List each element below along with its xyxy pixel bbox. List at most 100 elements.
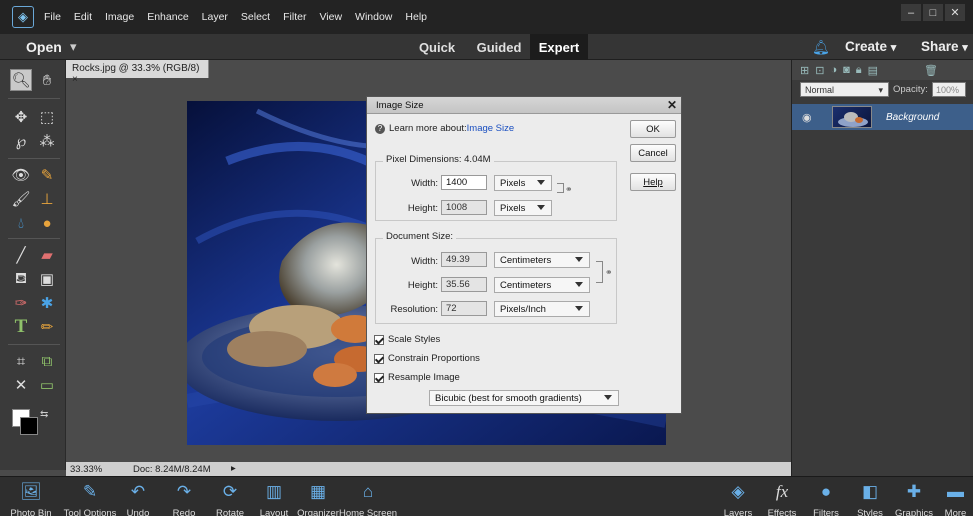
custom-shape-tool-icon[interactable]: ✱ — [36, 292, 58, 314]
layers-button[interactable]: ◈ Layers — [720, 477, 756, 516]
tool-options-icon: ✎ — [82, 482, 98, 501]
pixel-width-input[interactable]: 1400 — [441, 175, 487, 190]
learn-more-link[interactable]: Image Size — [467, 123, 515, 134]
menu-image[interactable]: Image — [105, 11, 134, 23]
tab-expert[interactable]: Expert — [530, 34, 588, 60]
lock-icon[interactable]: 🔒︎ — [856, 64, 862, 77]
undo-button[interactable]: ↶ Undo — [118, 477, 158, 516]
foreground-color-swatch[interactable] — [20, 417, 38, 435]
trash-icon[interactable]: 🗑︎ — [924, 64, 938, 77]
menu-edit[interactable]: Edit — [74, 11, 92, 23]
pencil-tool-icon[interactable]: ✏︎ — [36, 316, 58, 338]
resample-method-select[interactable]: Bicubic (best for smooth gradients) — [429, 390, 619, 406]
zoom-tool-icon[interactable]: 🔍︎ — [10, 69, 32, 91]
straighten-tool-icon[interactable]: ▭ — [36, 374, 58, 396]
blend-mode-select[interactable]: Normal ▾ — [800, 82, 889, 97]
menu-layer[interactable]: Layer — [202, 11, 228, 23]
zoom-level[interactable]: 33.33% — [70, 464, 102, 475]
open-button[interactable]: Open — [26, 39, 62, 55]
menu-window[interactable]: Window — [355, 11, 392, 23]
paint-bucket-tool-icon[interactable]: ⛾ — [10, 268, 32, 290]
eyedropper-tool-icon[interactable]: ✑ — [10, 292, 32, 314]
menu-enhance[interactable]: Enhance — [147, 11, 188, 23]
photo-bin-button[interactable]: 🖼︎ Photo Bin — [0, 477, 62, 516]
scale-styles-checkbox[interactable]: Scale Styles — [374, 334, 440, 345]
chevron-down-icon — [575, 257, 583, 262]
eye-icon[interactable]: ◉ — [802, 111, 814, 124]
opacity-input[interactable]: 100% — [932, 82, 966, 97]
doc-height-input[interactable]: 35.56 — [441, 277, 487, 292]
doc-width-input[interactable]: 49.39 — [441, 252, 487, 267]
blur-tool-icon[interactable]: 💧︎ — [10, 212, 32, 234]
type-tool-icon[interactable]: T — [10, 316, 32, 338]
resolution-input[interactable]: 72 — [441, 301, 487, 316]
red-eye-tool-icon[interactable]: 👁︎ — [10, 164, 32, 186]
open-dropdown-icon[interactable]: ▾ — [70, 39, 77, 55]
marquee-tool-icon[interactable]: ⬚ — [36, 106, 58, 128]
hand-tool-icon[interactable]: ✋︎ — [36, 69, 58, 91]
layer-mask-icon[interactable]: ◙ — [843, 64, 850, 76]
more-button[interactable]: ▬ More — [938, 477, 973, 516]
crop-tool-icon[interactable]: ⌗ — [10, 350, 32, 372]
menu-select[interactable]: Select — [241, 11, 270, 23]
new-group-icon[interactable]: ⊡ — [815, 64, 824, 77]
eraser-tool-icon[interactable]: ▰ — [36, 244, 58, 266]
pixel-height-input[interactable]: 1008 — [441, 200, 487, 215]
pixel-width-unit-select[interactable]: Pixels — [494, 175, 552, 191]
tab-quick[interactable]: Quick — [412, 34, 462, 60]
layers-icon: ◈ — [731, 482, 745, 501]
pixel-width-unit: Pixels — [500, 178, 526, 189]
close-window-button[interactable]: ✕ — [945, 4, 965, 21]
filters-button[interactable]: ● Filters — [806, 477, 846, 516]
gradient-tool-icon[interactable]: ▣ — [36, 268, 58, 290]
status-arrow-icon[interactable]: ▸ — [231, 463, 236, 474]
spot-healing-tool-icon[interactable]: ✎ — [36, 164, 58, 186]
effects-button[interactable]: fx Effects — [762, 477, 802, 516]
adjustment-layer-icon[interactable]: ◑ — [830, 64, 837, 76]
styles-button[interactable]: ◧ Styles — [850, 477, 890, 516]
clone-stamp-tool-icon[interactable]: ⊥ — [36, 188, 58, 210]
smart-brush-tool-icon[interactable]: 🖌︎ — [10, 188, 32, 210]
menu-filter[interactable]: Filter — [283, 11, 306, 23]
bell-icon[interactable]: 🔔︎ — [812, 39, 830, 56]
swap-colors-icon[interactable]: ⇆ — [40, 409, 48, 420]
dialog-close-button[interactable]: ✕ — [667, 98, 677, 112]
doc-height-unit-select[interactable]: Centimeters — [494, 277, 590, 293]
share-button[interactable]: Share ▾ — [921, 39, 968, 54]
minimize-button[interactable]: – — [901, 4, 921, 21]
organizer-button[interactable]: ▦ Organizer — [296, 477, 340, 516]
brush-tool-icon[interactable]: ╱ — [10, 244, 32, 266]
move-tool-icon[interactable]: ✥ — [10, 106, 32, 128]
content-aware-move-tool-icon[interactable]: ✕ — [10, 374, 32, 396]
quick-selection-tool-icon[interactable]: ⁂ — [36, 130, 58, 152]
create-button[interactable]: Create ▾ — [845, 39, 896, 54]
sponge-tool-icon[interactable]: ● — [36, 212, 58, 234]
lock-all-icon[interactable]: ▤ — [868, 64, 878, 77]
layer-row-background[interactable]: ◉ Background — [792, 104, 973, 130]
new-layer-icon[interactable]: ⊞ — [800, 64, 809, 77]
tab-guided[interactable]: Guided — [472, 34, 526, 60]
layer-thumbnail-image — [838, 112, 868, 127]
recompose-tool-icon[interactable]: ⧉ — [36, 350, 58, 372]
home-screen-button[interactable]: ⌂ Home Screen — [339, 477, 397, 516]
menu-view[interactable]: View — [319, 11, 342, 23]
close-tab-icon[interactable]: × — [72, 74, 78, 85]
layout-button[interactable]: ▥ Layout — [252, 477, 296, 516]
resolution-unit-select[interactable]: Pixels/Inch — [494, 301, 590, 317]
help-button[interactable]: Help — [630, 173, 676, 191]
cancel-button[interactable]: Cancel — [630, 144, 676, 162]
menu-file[interactable]: File — [44, 11, 61, 23]
doc-width-unit-select[interactable]: Centimeters — [494, 252, 590, 268]
tool-options-button[interactable]: ✎ Tool Options — [62, 477, 118, 516]
redo-button[interactable]: ↷ Redo — [164, 477, 204, 516]
maximize-button[interactable]: □ — [923, 4, 943, 21]
pixel-height-unit-select[interactable]: Pixels — [494, 200, 552, 216]
graphics-button[interactable]: ✚ Graphics — [892, 477, 936, 516]
ok-button[interactable]: OK — [630, 120, 676, 138]
rotate-button[interactable]: ⟳ Rotate — [208, 477, 252, 516]
resample-image-checkbox[interactable]: Resample Image — [374, 372, 460, 383]
document-tab[interactable]: Rocks.jpg @ 33.3% (RGB/8) × — [66, 60, 209, 85]
menu-help[interactable]: Help — [405, 11, 427, 23]
constrain-proportions-checkbox[interactable]: Constrain Proportions — [374, 353, 480, 364]
lasso-tool-icon[interactable]: ℘ — [10, 130, 32, 152]
